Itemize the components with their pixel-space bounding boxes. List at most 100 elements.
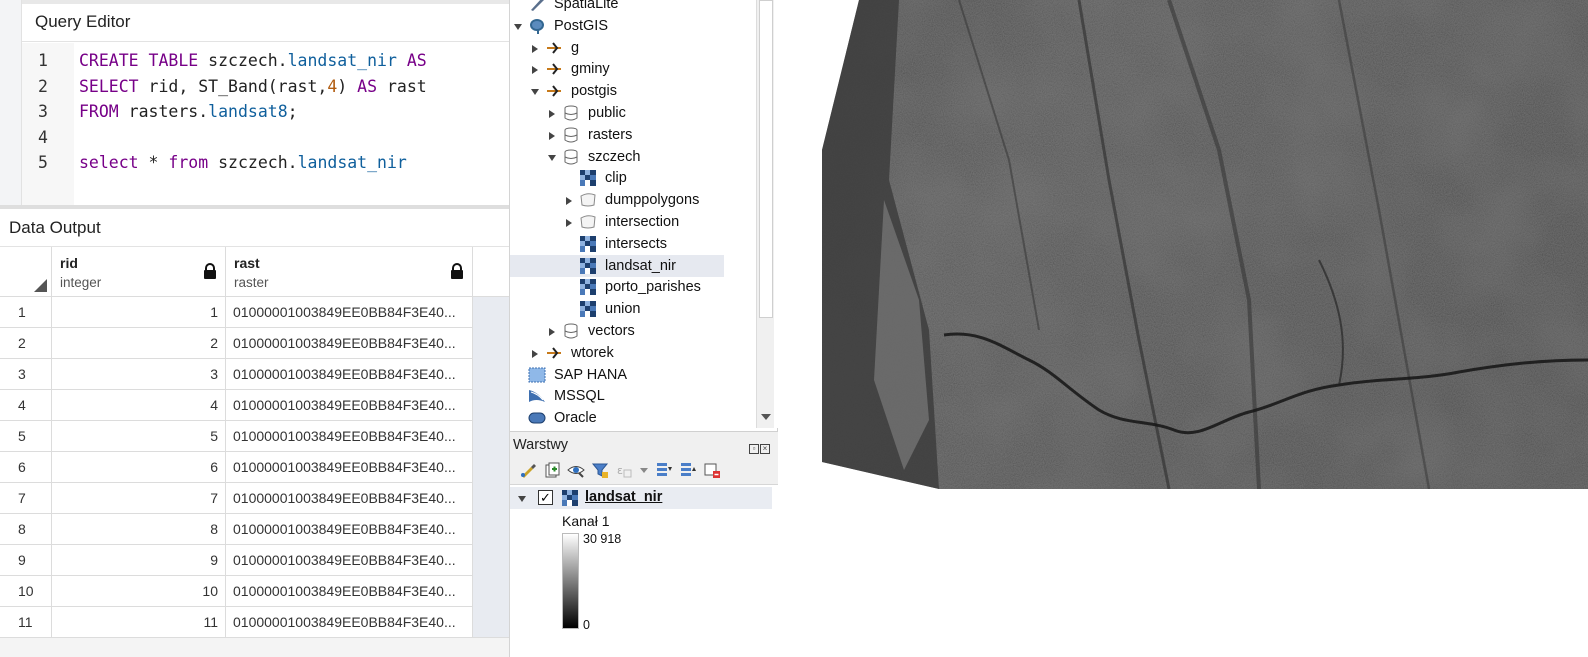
browser-item-landsat-nir[interactable]: landsat_nir (510, 254, 724, 277)
expand-arrow-icon[interactable] (549, 131, 555, 140)
sql-editor[interactable]: 1 CREATE TABLE szczech.landsat_nir AS 2 SEL… (22, 43, 509, 205)
cell-rid[interactable]: 1 (52, 297, 226, 327)
close-panel-icon[interactable]: × (760, 444, 770, 454)
collapse-arrow-icon[interactable] (531, 89, 539, 96)
browser-item-postgis[interactable]: PostGIS (510, 15, 750, 37)
row-number[interactable]: 1 (0, 297, 52, 327)
browser-item-sap-hana[interactable]: SAP HANA (510, 364, 750, 386)
expand-arrow-icon[interactable] (532, 349, 538, 358)
browser-item-oracle[interactable]: Oracle (510, 407, 750, 428)
layer-visibility-checkbox[interactable]: ✓ (538, 490, 553, 505)
code-line[interactable]: 1 CREATE TABLE szczech.landsat_nir AS (22, 48, 509, 74)
cell-rast[interactable]: 01000001003849EE0BB84F3E40... (226, 576, 473, 606)
cell-rid[interactable]: 8 (52, 514, 226, 544)
browser-item-vectors[interactable]: vectors (510, 320, 750, 342)
code-line[interactable]: 5 select * from szczech.landsat_nir (22, 150, 509, 176)
expand-arrow-icon[interactable] (532, 66, 538, 75)
code-line[interactable]: 2 SELECT rid, ST_Band(rast,4) AS rast (22, 74, 509, 100)
cell-rid[interactable]: 7 (52, 483, 226, 513)
expand-arrow-icon[interactable] (566, 219, 572, 227)
browser-item-dumppolygons[interactable]: dumppolygons (510, 189, 750, 211)
scrollbar-thumb[interactable] (759, 0, 773, 318)
dropdown-icon[interactable] (635, 461, 648, 479)
style-icon[interactable] (519, 461, 537, 479)
code-line[interactable]: 3 FROM rasters.landsat8; (22, 99, 509, 125)
remove-layer-icon[interactable] (703, 461, 721, 479)
expand-arrow-icon[interactable] (532, 44, 538, 53)
expand-arrow-icon[interactable] (549, 328, 555, 336)
row-number[interactable]: 7 (0, 483, 52, 513)
expand-all-icon[interactable] (655, 461, 673, 479)
table-row[interactable]: 7 7 01000001003849EE0BB84F3E40... (0, 483, 473, 514)
browser-item-postgis[interactable]: postgis (510, 80, 750, 102)
browser-item-spatialite[interactable]: SpatiaLite (510, 0, 750, 15)
browser-item-rasters[interactable]: rasters (510, 124, 750, 146)
browser-scrollbar[interactable] (756, 0, 774, 428)
row-number[interactable]: 4 (0, 390, 52, 420)
browser-item-intersects[interactable]: intersects (510, 233, 750, 255)
cell-rid[interactable]: 9 (52, 545, 226, 575)
expand-arrow-icon[interactable] (566, 197, 572, 206)
cell-rid[interactable]: 11 (52, 607, 226, 637)
browser-item-union[interactable]: union (510, 298, 750, 320)
table-row[interactable]: 9 9 01000001003849EE0BB84F3E40... (0, 545, 473, 576)
cell-rast[interactable]: 01000001003849EE0BB84F3E40... (226, 545, 473, 575)
map-canvas[interactable] (779, 0, 1588, 657)
table-row[interactable]: 8 8 01000001003849EE0BB84F3E40... (0, 514, 473, 545)
table-row[interactable]: 6 6 01000001003849EE0BB84F3E40... (0, 452, 473, 483)
row-number[interactable]: 8 (0, 514, 52, 544)
column-header-rid[interactable]: rid integer (52, 247, 226, 297)
cell-rast[interactable]: 01000001003849EE0BB84F3E40... (226, 607, 473, 637)
row-number[interactable]: 11 (0, 607, 52, 637)
table-row[interactable]: 1 1 01000001003849EE0BB84F3E40... (0, 297, 473, 328)
browser-item-g[interactable]: g (510, 37, 750, 59)
code-line[interactable]: 4 (22, 125, 509, 151)
filter-icon[interactable] (591, 461, 609, 479)
scroll-down-arrow-icon[interactable] (761, 414, 771, 420)
row-number[interactable]: 6 (0, 452, 52, 482)
layer-item-landsat-nir[interactable]: ✓ landsat_nir (510, 487, 772, 509)
select-all-corner[interactable] (0, 247, 52, 297)
expand-arrow-icon[interactable] (549, 110, 555, 118)
row-number[interactable]: 5 (0, 421, 52, 451)
cell-rid[interactable]: 6 (52, 452, 226, 482)
expression-icon[interactable]: ε (615, 461, 633, 479)
cell-rid[interactable]: 2 (52, 328, 226, 358)
row-number[interactable]: 2 (0, 328, 52, 358)
cell-rast[interactable]: 01000001003849EE0BB84F3E40... (226, 452, 473, 482)
cell-rast[interactable]: 01000001003849EE0BB84F3E40... (226, 421, 473, 451)
row-number[interactable]: 10 (0, 576, 52, 606)
collapse-arrow-icon[interactable] (548, 154, 556, 161)
float-panel-icon[interactable]: ▫ (749, 444, 759, 454)
browser-item-public[interactable]: public (510, 102, 750, 124)
browser-item-mssql[interactable]: MSSQL (510, 385, 750, 407)
collapse-arrow-icon[interactable] (514, 23, 522, 30)
cell-rid[interactable]: 4 (52, 390, 226, 420)
browser-item-clip[interactable]: clip (510, 167, 750, 189)
cell-rast[interactable]: 01000001003849EE0BB84F3E40... (226, 514, 473, 544)
row-number[interactable]: 3 (0, 359, 52, 389)
table-row[interactable]: 5 5 01000001003849EE0BB84F3E40... (0, 421, 473, 452)
browser-item-porto-parishes[interactable]: porto_parishes (510, 276, 750, 298)
cell-rid[interactable]: 5 (52, 421, 226, 451)
cell-rast[interactable]: 01000001003849EE0BB84F3E40... (226, 297, 473, 327)
table-row[interactable]: 11 11 01000001003849EE0BB84F3E40... (0, 607, 473, 638)
cell-rast[interactable]: 01000001003849EE0BB84F3E40... (226, 328, 473, 358)
column-header-rast[interactable]: rast raster (226, 247, 473, 297)
grid-horizontal-scrollbar[interactable] (0, 637, 509, 657)
add-group-icon[interactable] (543, 461, 561, 479)
cell-rast[interactable]: 01000001003849EE0BB84F3E40... (226, 390, 473, 420)
browser-item-gminy[interactable]: gminy (510, 58, 750, 80)
browser-item-intersection[interactable]: intersection (510, 211, 750, 233)
browser-item-wtorek[interactable]: wtorek (510, 342, 750, 364)
table-row[interactable]: 10 10 01000001003849EE0BB84F3E40... (0, 576, 473, 607)
browser-item-szczech[interactable]: szczech (510, 146, 750, 168)
cell-rast[interactable]: 01000001003849EE0BB84F3E40... (226, 359, 473, 389)
eye-icon[interactable] (567, 461, 585, 479)
collapse-all-icon[interactable] (679, 461, 697, 479)
cell-rid[interactable]: 3 (52, 359, 226, 389)
table-row[interactable]: 4 4 01000001003849EE0BB84F3E40... (0, 390, 473, 421)
row-number[interactable]: 9 (0, 545, 52, 575)
cell-rid[interactable]: 10 (52, 576, 226, 606)
collapse-arrow-icon[interactable] (518, 496, 526, 502)
